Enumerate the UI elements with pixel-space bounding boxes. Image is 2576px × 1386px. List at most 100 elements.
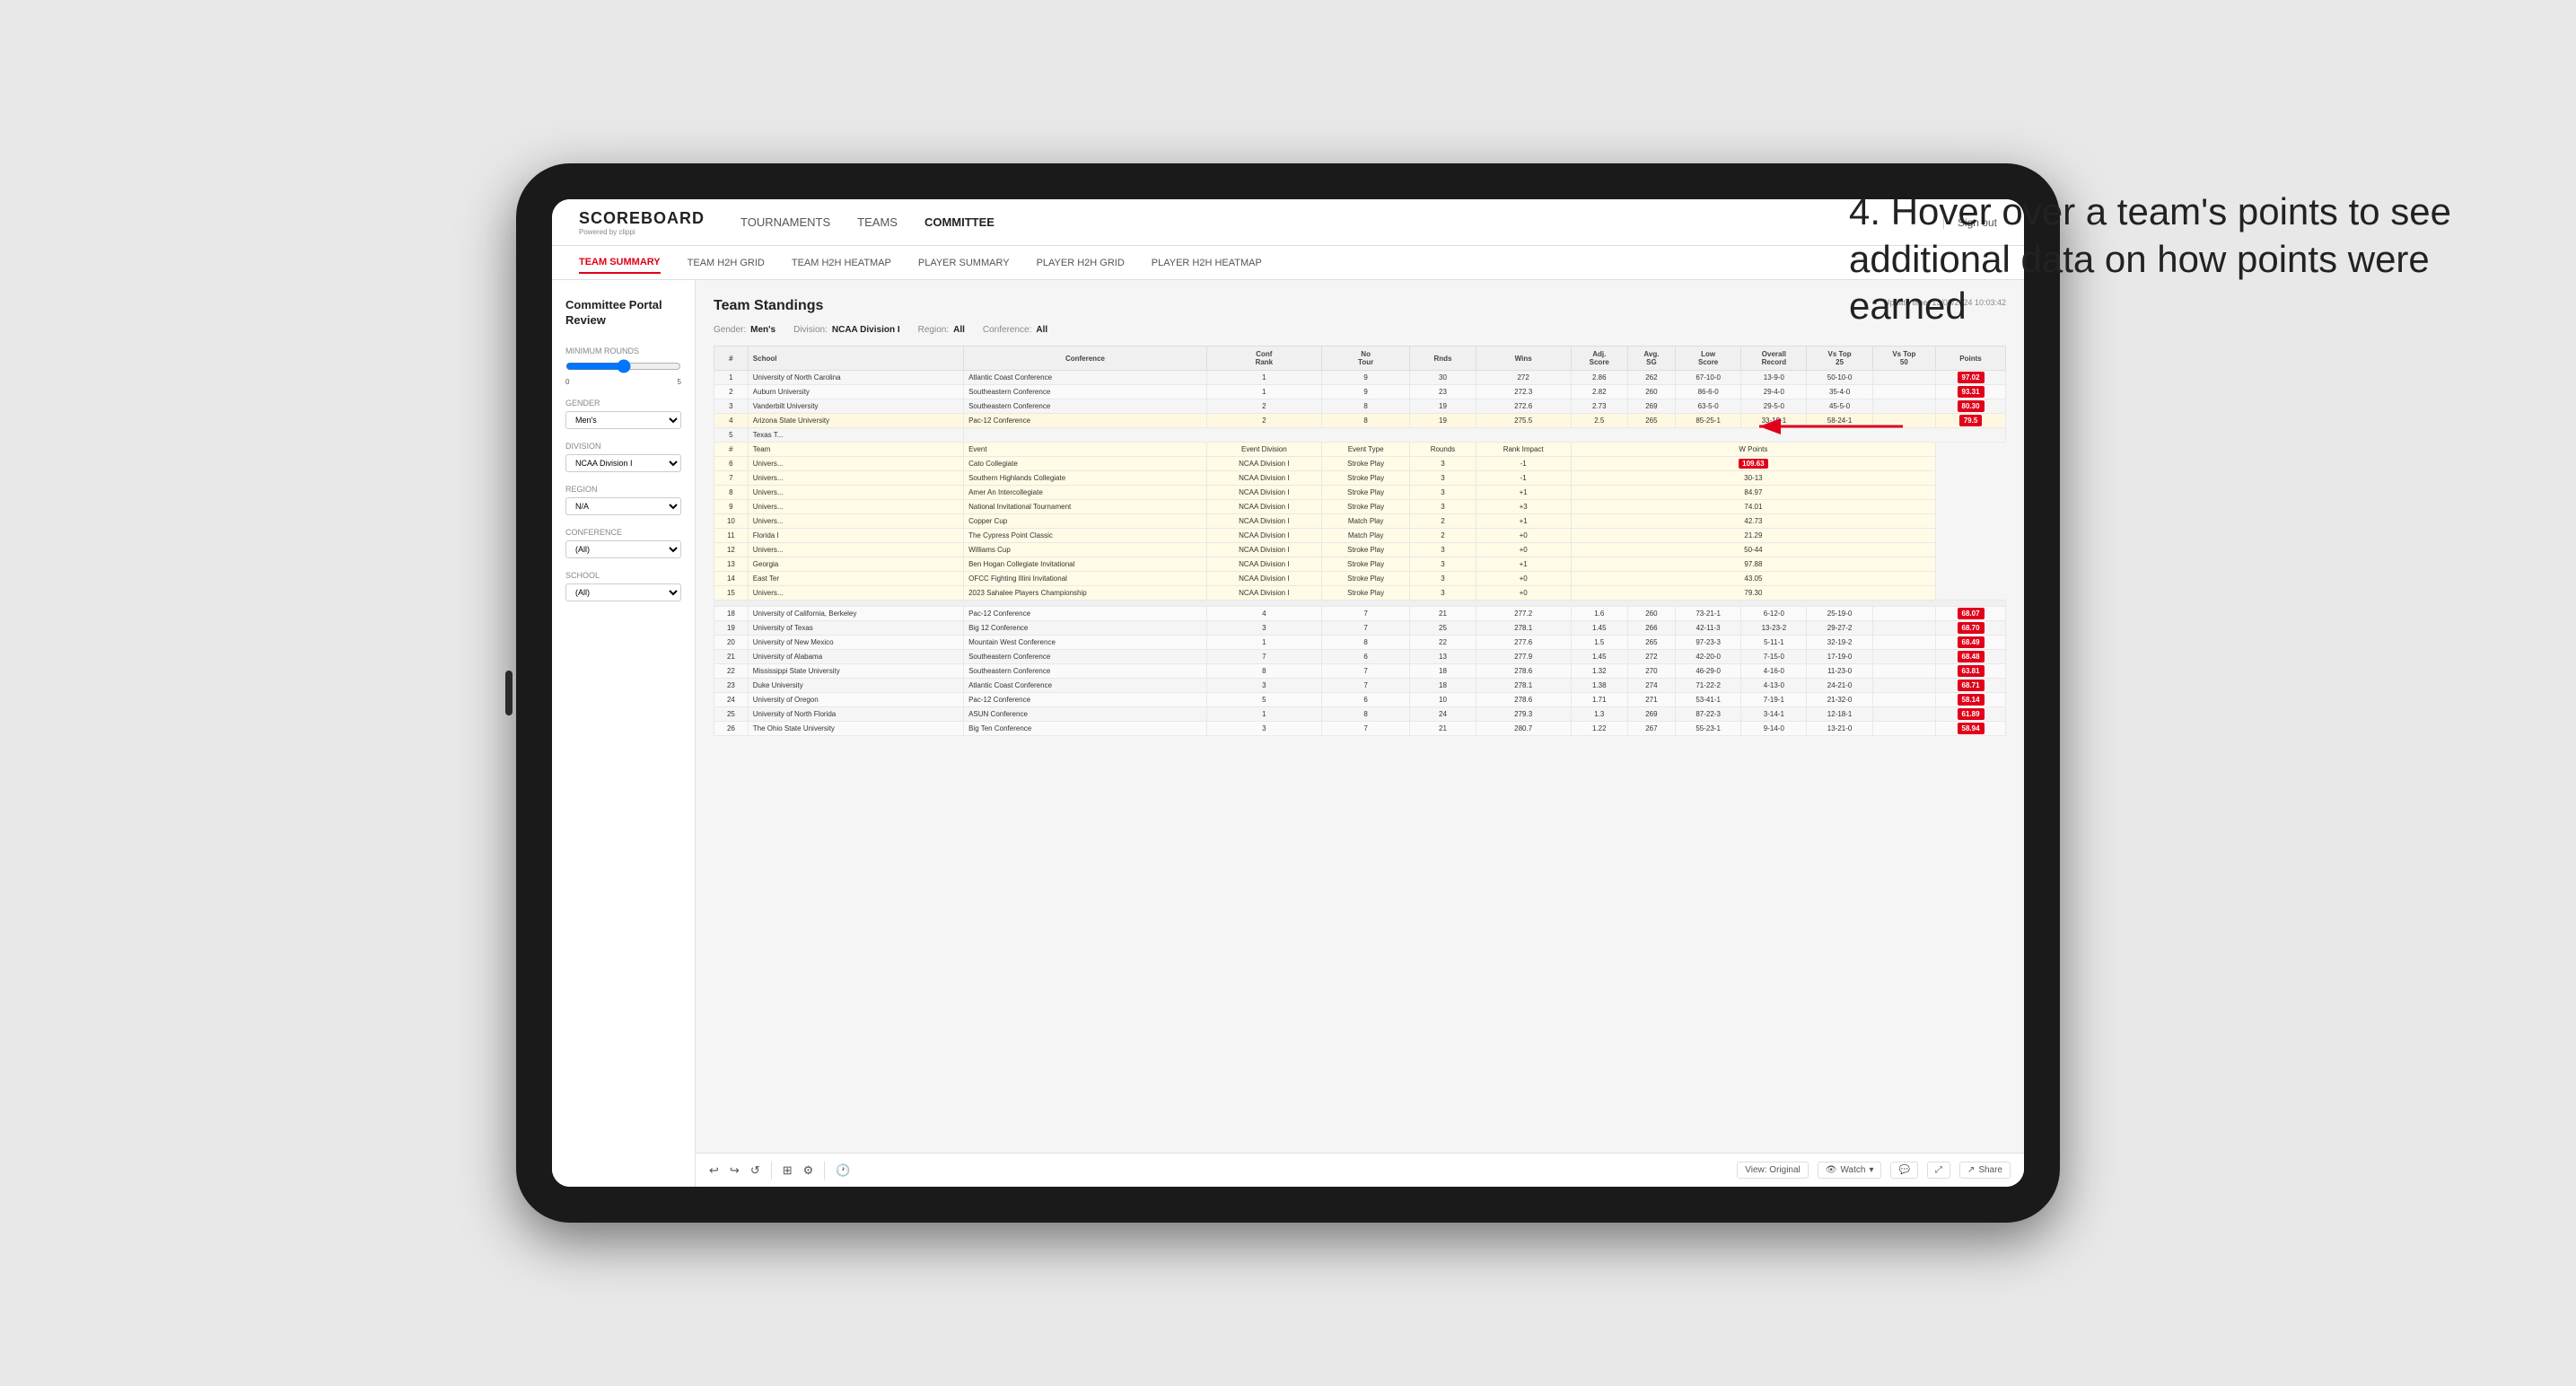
report-area: Team Standings Update time: 13/03/2024 1… xyxy=(696,280,2024,1187)
points-badge[interactable]: 80.30 xyxy=(1958,400,1985,412)
tooltip-points-value: 42.73 xyxy=(1744,517,1762,525)
main-content: Committee Portal Review Minimum Rounds 0… xyxy=(552,280,2024,1187)
share-button[interactable]: ↗ Share xyxy=(1959,1162,2011,1179)
tablet-screen: SCOREBOARD Powered by clippi TOURNAMENTS… xyxy=(552,199,2024,1187)
table-row[interactable]: 26 The Ohio State University Big Ten Con… xyxy=(714,722,2006,736)
cell-points[interactable]: 97.02 xyxy=(1936,371,2006,385)
table-row[interactable]: 24 University of Oregon Pac-12 Conferenc… xyxy=(714,693,2006,707)
cell-no-tour: 7 xyxy=(1321,621,1410,636)
cell-points[interactable]: 58.94 xyxy=(1936,722,2006,736)
conference-select[interactable]: (All) xyxy=(565,540,681,558)
table-row[interactable]: 19 University of Texas Big 12 Conference… xyxy=(714,621,2006,636)
tooltip-data-row: 10 Univers... Copper Cup NCAA Division I… xyxy=(714,514,2006,529)
points-badge[interactable]: 61.89 xyxy=(1958,708,1985,720)
copy-icon[interactable]: ⊞ xyxy=(783,1163,793,1178)
cell-school: University of North Carolina xyxy=(748,371,963,385)
points-badge[interactable]: 58.14 xyxy=(1958,694,1985,706)
cell-points[interactable]: 63.81 xyxy=(1936,664,2006,679)
cell-overall: 3-14-1 xyxy=(1741,707,1807,722)
cell-points[interactable]: 68.07 xyxy=(1936,607,2006,621)
cell-points[interactable]: 93.31 xyxy=(1936,385,2006,399)
cell-rnds: 13 xyxy=(1410,650,1476,664)
cell-points[interactable]: 68.71 xyxy=(1936,679,2006,693)
table-row[interactable]: 23 Duke University Atlantic Coast Confer… xyxy=(714,679,2006,693)
table-row[interactable]: 20 University of New Mexico Mountain Wes… xyxy=(714,636,2006,650)
cell-points[interactable]: 79.5 xyxy=(1936,414,2006,428)
points-badge[interactable]: 58.94 xyxy=(1958,723,1985,734)
tooltip-points-value: 74.01 xyxy=(1744,503,1762,511)
table-row[interactable]: 21 University of Alabama Southeastern Co… xyxy=(714,650,2006,664)
cell-rnds: 19 xyxy=(1410,414,1476,428)
sidebar-conference-label: Conference xyxy=(565,528,681,537)
cell-points[interactable]: 68.70 xyxy=(1936,621,2006,636)
settings-icon[interactable]: ⚙ xyxy=(803,1163,814,1178)
table-row[interactable]: 18 University of California, Berkeley Pa… xyxy=(714,607,2006,621)
comment-button[interactable]: 💬 xyxy=(1890,1162,1917,1179)
points-badge[interactable]: 68.49 xyxy=(1958,636,1985,648)
watch-button[interactable]: 👁 Watch ▾ xyxy=(1818,1162,1882,1179)
gender-select[interactable]: Men's Women's xyxy=(565,411,681,429)
cell-conf-rank: 7 xyxy=(1206,650,1321,664)
table-row[interactable]: 22 Mississippi State University Southeas… xyxy=(714,664,2006,679)
expand-button[interactable]: ⤢ xyxy=(1927,1162,1950,1179)
cell-points[interactable]: 68.48 xyxy=(1936,650,2006,664)
cell-points[interactable]: 80.30 xyxy=(1936,399,2006,414)
clock-icon[interactable]: 🕐 xyxy=(836,1163,850,1178)
subnav-team-h2h-heatmap[interactable]: TEAM H2H HEATMAP xyxy=(792,253,891,273)
refresh-icon[interactable]: ↺ xyxy=(750,1163,760,1178)
cell-overall: 29-4-0 xyxy=(1741,385,1807,399)
subnav-team-summary[interactable]: TEAM SUMMARY xyxy=(579,252,661,274)
points-badge[interactable]: 68.48 xyxy=(1958,651,1985,662)
cell-low-score: 42-20-0 xyxy=(1676,650,1741,664)
table-row[interactable]: 3 Vanderbilt University Southeastern Con… xyxy=(714,399,2006,414)
cell-adj-score: 2.5 xyxy=(1571,414,1627,428)
table-row[interactable]: 2 Auburn University Southeastern Confere… xyxy=(714,385,2006,399)
report-content: Team Standings Update time: 13/03/2024 1… xyxy=(696,280,2024,1153)
undo-icon[interactable]: ↩ xyxy=(709,1163,719,1178)
sidebar-gender: Gender Men's Women's xyxy=(565,399,681,429)
points-badge[interactable]: 63.81 xyxy=(1958,665,1985,677)
cell-overall: 7-19-1 xyxy=(1741,693,1807,707)
subnav-player-h2h-heatmap[interactable]: PLAYER H2H HEATMAP xyxy=(1152,253,1262,273)
subnav-player-h2h-grid[interactable]: PLAYER H2H GRID xyxy=(1037,253,1125,273)
nav-links: TOURNAMENTS TEAMS COMMITTEE xyxy=(740,211,1943,233)
cell-overall: 9-14-0 xyxy=(1741,722,1807,736)
nav-teams[interactable]: TEAMS xyxy=(857,211,898,233)
nav-committee[interactable]: COMMITTEE xyxy=(924,211,994,233)
nav-tournaments[interactable]: TOURNAMENTS xyxy=(740,211,830,233)
cell-conference: Mountain West Conference xyxy=(964,636,1207,650)
cell-points[interactable]: 61.89 xyxy=(1936,707,2006,722)
cell-no-tour: 8 xyxy=(1321,636,1410,650)
redo-icon[interactable]: ↪ xyxy=(730,1163,740,1178)
view-original-button[interactable]: View: Original xyxy=(1737,1162,1809,1179)
points-badge[interactable]: 68.07 xyxy=(1958,608,1985,619)
cell-vs25: 13-21-0 xyxy=(1807,722,1872,736)
points-badge[interactable]: 93.31 xyxy=(1958,386,1985,398)
cell-points[interactable]: 58.14 xyxy=(1936,693,2006,707)
region-select[interactable]: N/A East West xyxy=(565,497,681,515)
filter-division: Division: NCAA Division I xyxy=(793,325,900,335)
points-badge[interactable]: 68.70 xyxy=(1958,622,1985,634)
subnav-team-h2h-grid[interactable]: TEAM H2H GRID xyxy=(688,253,765,273)
points-badge[interactable]: 68.71 xyxy=(1958,680,1985,691)
table-row[interactable]: 5Texas T... xyxy=(714,428,2006,443)
cell-avg-sg: 272 xyxy=(1627,650,1675,664)
cell-points[interactable]: 68.49 xyxy=(1936,636,2006,650)
gender-filter-value: Men's xyxy=(750,325,775,335)
school-select[interactable]: (All) xyxy=(565,583,681,601)
subnav-player-summary[interactable]: PLAYER SUMMARY xyxy=(918,253,1010,273)
table-row[interactable]: 1 University of North Carolina Atlantic … xyxy=(714,371,2006,385)
watch-dropdown-icon: ▾ xyxy=(1869,1165,1873,1175)
table-row[interactable]: 25 University of North Florida ASUN Conf… xyxy=(714,707,2006,722)
comment-icon: 💬 xyxy=(1898,1165,1909,1175)
points-badge[interactable]: 79.5 xyxy=(1959,415,1983,426)
table-row[interactable]: 4 Arizona State University Pac-12 Confer… xyxy=(714,414,2006,428)
cell-low-score: 86-6-0 xyxy=(1676,385,1741,399)
cell-low-score: 46-29-0 xyxy=(1676,664,1741,679)
division-select[interactable]: NCAA Division I NCAA Division II xyxy=(565,454,681,472)
sidebar-region: Region N/A East West xyxy=(565,485,681,515)
cell-school: The Ohio State University xyxy=(748,722,963,736)
cell-conference: Pac-12 Conference xyxy=(964,414,1207,428)
points-badge[interactable]: 97.02 xyxy=(1958,372,1985,383)
min-rounds-slider[interactable] xyxy=(565,359,681,373)
